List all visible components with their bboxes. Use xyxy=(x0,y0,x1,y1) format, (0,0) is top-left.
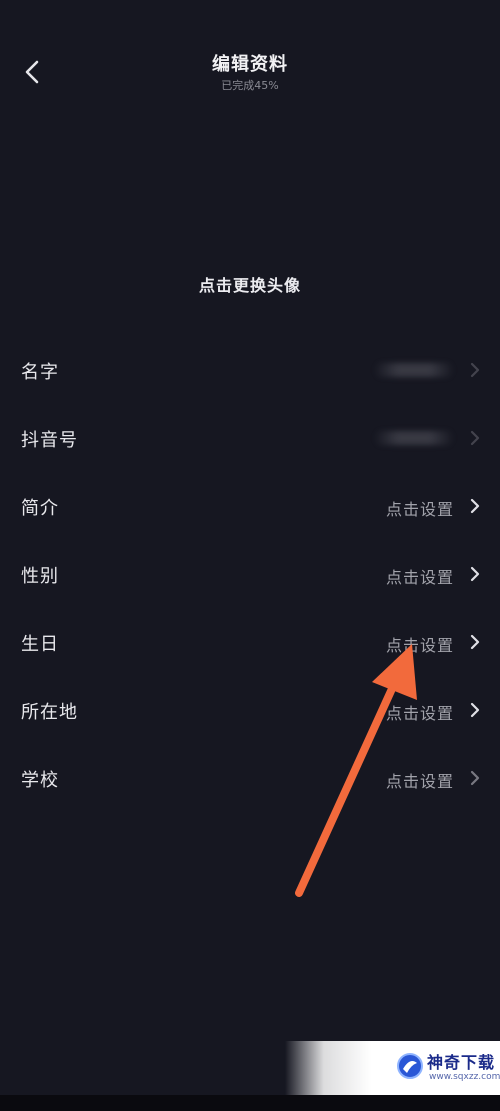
watermark-title: 神奇下载 xyxy=(427,1053,496,1072)
field-row-location[interactable]: 所在地 点击设置 xyxy=(0,676,500,744)
field-value: 点击设置 xyxy=(385,500,454,519)
field-value: 点击设置 xyxy=(385,772,454,791)
chevron-right-icon xyxy=(470,498,480,514)
chevron-right-icon xyxy=(470,634,480,650)
field-label: 性别 xyxy=(21,566,59,587)
profile-field-list: 名字 抖音号 简介 点击设置 性别 点击设置 生日 点击设置 所在地 点击设置 … xyxy=(0,336,500,812)
field-label: 学校 xyxy=(21,770,59,791)
field-row-birthday[interactable]: 生日 点击设置 xyxy=(0,608,500,676)
chevron-right-icon xyxy=(470,430,480,446)
field-value-blurred xyxy=(374,363,454,377)
chevron-right-icon xyxy=(470,362,480,378)
field-label: 抖音号 xyxy=(21,430,78,451)
chevron-right-icon xyxy=(470,566,480,582)
site-watermark: 神奇下载 www.sqxzz.com xyxy=(285,1041,500,1095)
top-nav-bar: 编辑资料 已完成45% xyxy=(0,0,500,110)
field-label: 简介 xyxy=(21,498,59,519)
chevron-right-icon xyxy=(470,770,480,786)
field-value-blurred xyxy=(374,431,454,445)
field-label: 名字 xyxy=(21,362,59,383)
field-value: 点击设置 xyxy=(385,636,454,655)
site-logo-icon xyxy=(397,1053,423,1079)
edit-profile-screen: 编辑资料 已完成45% 点击更换头像 名字 抖音号 简介 点击设置 性别 点击设… xyxy=(0,0,500,1111)
field-row-douyin-id[interactable]: 抖音号 xyxy=(0,404,500,472)
bottom-edge-bar xyxy=(0,1095,500,1111)
change-avatar-button[interactable]: 点击更换头像 xyxy=(0,272,500,296)
field-row-name[interactable]: 名字 xyxy=(0,336,500,404)
watermark-url: www.sqxzz.com xyxy=(429,1072,500,1082)
field-label: 所在地 xyxy=(21,702,78,723)
chevron-right-icon xyxy=(470,702,480,718)
field-row-school[interactable]: 学校 点击设置 xyxy=(0,744,500,812)
field-value: 点击设置 xyxy=(385,568,454,587)
page-title: 编辑资料 xyxy=(212,54,288,75)
field-row-bio[interactable]: 简介 点击设置 xyxy=(0,472,500,540)
field-label: 生日 xyxy=(21,634,59,655)
field-value: 点击设置 xyxy=(385,704,454,723)
completion-progress: 已完成45% xyxy=(221,79,279,92)
field-row-gender[interactable]: 性别 点击设置 xyxy=(0,540,500,608)
